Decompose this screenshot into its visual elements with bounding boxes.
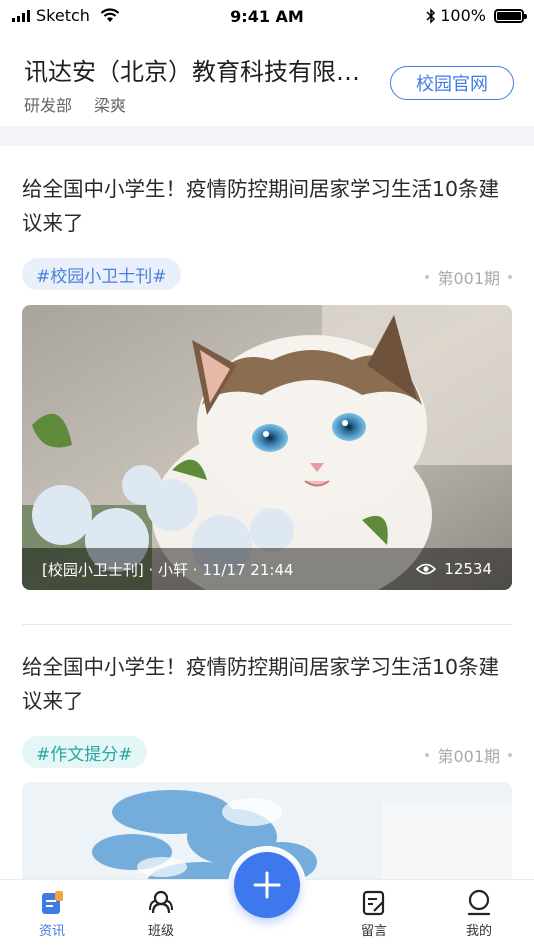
news-icon xyxy=(42,891,63,914)
issue-label: 第001期 xyxy=(425,265,512,289)
article-title[interactable]: 给全国中小学生！疫情防控期间居家学习生活10条建议来了 xyxy=(22,172,512,240)
create-button[interactable] xyxy=(234,852,300,918)
bluetooth-icon xyxy=(426,7,436,24)
article-cover-image[interactable]: [校园小卫士刊] · 小轩 · 11/17 21:44 12534 xyxy=(22,305,512,590)
status-bar: Sketch 9:41 AM 100% xyxy=(0,0,534,34)
tab-news[interactable]: 资讯 xyxy=(17,888,87,939)
issue-label: 第001期 xyxy=(425,743,512,767)
page-header: 讯达安（北京）教育科技有限公司 研发部 梁爽 校园官网 xyxy=(0,34,534,126)
department-label: 研发部 xyxy=(24,96,73,115)
battery-icon xyxy=(494,8,527,23)
article-meta: [校园小卫士刊] · 小轩 · 11/17 21:44 xyxy=(42,560,294,579)
article-title[interactable]: 给全国中小学生！疫情防控期间居家学习生活10条建议来了 xyxy=(22,650,512,718)
user-info: 研发部 梁爽 xyxy=(24,92,126,116)
battery-percent: 100% xyxy=(440,6,486,25)
user-name: 梁爽 xyxy=(94,96,127,115)
article-tag[interactable]: #作文提分# xyxy=(22,736,147,768)
message-icon xyxy=(362,890,385,916)
campus-website-button[interactable]: 校园官网 xyxy=(390,66,514,100)
article-card[interactable]: 给全国中小学生！疫情防控期间居家学习生活10条建议来了 #校园小卫士刊# 第00… xyxy=(22,172,512,592)
tab-profile[interactable]: 我的 xyxy=(444,888,514,939)
tab-message[interactable]: 留言 xyxy=(339,888,409,939)
organization-name: 讯达安（北京）教育科技有限公司 xyxy=(24,58,364,86)
article-tag[interactable]: #校园小卫士刊# xyxy=(22,258,181,290)
article-separator xyxy=(22,624,512,625)
class-icon xyxy=(149,890,173,914)
section-divider xyxy=(0,126,534,146)
plus-icon xyxy=(253,871,281,899)
view-count: 12534 xyxy=(416,560,492,578)
article-meta-overlay: [校园小卫士刊] · 小轩 · 11/17 21:44 12534 xyxy=(22,548,512,590)
eye-icon xyxy=(416,563,437,575)
tab-class[interactable]: 班级 xyxy=(126,888,196,939)
profile-icon xyxy=(467,889,491,916)
